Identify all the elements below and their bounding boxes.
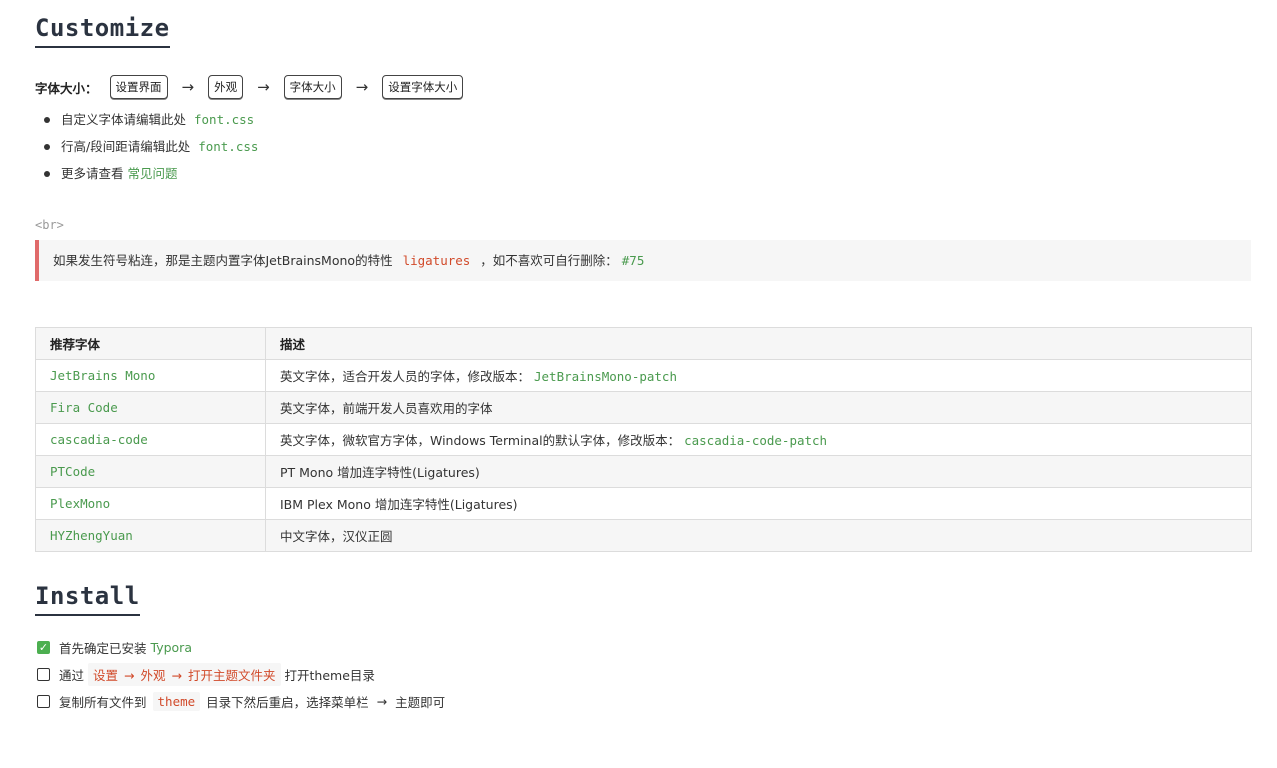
font-table: 推荐字体 描述 JetBrains Mono 英文字体，适合开发人员的字体，修改…	[35, 327, 1252, 552]
key-set-font-size: 设置字体大小	[382, 75, 464, 99]
key-font-size: 字体大小	[283, 75, 342, 99]
font-description: PT Mono 增加连字特性(Ligatures)	[280, 465, 480, 480]
list-item-text: 更多请查看	[61, 166, 124, 181]
font-css-code: font.css	[198, 139, 259, 154]
font-link[interactable]: Fira Code	[50, 400, 118, 415]
quote-text: 如果发生符号粘连，那是主题内置字体JetBrainsMono的特性	[53, 253, 393, 268]
arrow-icon: →	[181, 78, 195, 96]
document: Customize 字体大小： 设置界面 → 外观 → 字体大小 → 设置字体大…	[0, 0, 1277, 715]
font-link[interactable]: HYZhengYuan	[50, 528, 133, 543]
arrow-icon: →	[257, 78, 270, 96]
task-text-middle: 目录下然后重启，选择菜单栏	[206, 695, 369, 710]
font-link[interactable]: PTCode	[50, 464, 95, 479]
arrow-icon: →	[376, 694, 388, 709]
table-row: cascadia-code 英文字体，微软官方字体，Windows Termin…	[35, 423, 1252, 456]
quote-text-after: ，如不喜欢可自行删除：	[480, 253, 618, 268]
ligature-note-quote: 如果发生符号粘连，那是主题内置字体JetBrainsMono的特性 ligatu…	[35, 240, 1251, 281]
patch-link[interactable]: cascadia-code-patch	[684, 433, 827, 448]
font-description: 英文字体，微软官方字体，Windows Terminal的默认字体，修改版本：	[280, 433, 681, 448]
font-description: IBM Plex Mono 增加连字特性(Ligatures)	[280, 497, 518, 512]
task-text: 通过	[59, 668, 85, 683]
br-tag-text: <br>	[35, 218, 64, 232]
task-text: 首先确定已安装	[59, 641, 147, 656]
path-step: 外观	[140, 668, 166, 683]
key-settings-ui: 设置界面	[109, 75, 168, 99]
list-item: 自定义字体请编辑此处 font.css	[35, 106, 1251, 133]
typora-link[interactable]: Typora	[151, 640, 192, 655]
table-row: HYZhengYuan 中文字体，汉仪正圆	[35, 519, 1252, 552]
table-header-row: 推荐字体 描述	[35, 327, 1252, 360]
font-link[interactable]: PlexMono	[50, 496, 110, 511]
table-row: PTCode PT Mono 增加连字特性(Ligatures)	[35, 455, 1252, 488]
list-item-text: 行高/段间距请编辑此处	[61, 139, 191, 154]
customize-heading: Customize	[35, 14, 170, 48]
font-description: 英文字体，适合开发人员的字体，修改版本：	[280, 369, 531, 384]
arrow-icon: →	[124, 668, 135, 683]
font-description: 中文字体，汉仪正圆	[280, 529, 393, 544]
table-row: PlexMono IBM Plex Mono 增加连字特性(Ligatures)	[35, 487, 1252, 520]
theme-code: theme	[152, 692, 201, 711]
font-description: 英文字体，前端开发人员喜欢用的字体	[280, 401, 493, 416]
font-size-path: 字体大小： 设置界面 → 外观 → 字体大小 → 设置字体大小	[35, 74, 1251, 100]
checkbox-unchecked[interactable]	[37, 695, 50, 708]
task-item: ✓ 首先确定已安装 Typora	[35, 634, 1251, 661]
task-item: 通过 设置 → 外观 → 打开主题文件夹 打开theme目录	[35, 661, 1251, 688]
task-text: 复制所有文件到	[59, 695, 147, 710]
task-item: 复制所有文件到 theme 目录下然后重启，选择菜单栏 → 主题即可	[35, 688, 1251, 715]
settings-path-code: 设置 → 外观 → 打开主题文件夹	[88, 663, 281, 686]
path-step: 设置	[93, 668, 119, 683]
install-task-list: ✓ 首先确定已安装 Typora 通过 设置 → 外观 → 打开主题文件夹 打开them…	[35, 634, 1251, 715]
customize-list: 自定义字体请编辑此处 font.css 行高/段间距请编辑此处 font.css…	[35, 106, 1251, 187]
checkbox-checked[interactable]: ✓	[37, 641, 50, 654]
faq-link[interactable]: 常见问题	[128, 166, 178, 181]
column-header-font: 推荐字体	[35, 327, 266, 360]
font-size-label: 字体大小：	[35, 80, 98, 96]
issue-link[interactable]: #75	[622, 253, 645, 268]
task-text-end: 主题即可	[395, 695, 446, 710]
table-row: JetBrains Mono 英文字体，适合开发人员的字体，修改版本： JetB…	[35, 359, 1252, 392]
install-heading: Install	[35, 582, 140, 616]
task-text-after: 打开theme目录	[284, 668, 375, 683]
font-css-code: font.css	[194, 112, 255, 127]
key-appearance: 外观	[208, 75, 244, 99]
font-link[interactable]: cascadia-code	[50, 432, 148, 447]
arrow-icon: →	[171, 668, 183, 683]
ligatures-code: ligatures	[402, 253, 471, 268]
path-step: 打开主题文件夹	[188, 668, 276, 683]
column-header-desc: 描述	[265, 327, 1252, 360]
checkbox-unchecked[interactable]	[37, 668, 50, 681]
list-item-text: 自定义字体请编辑此处	[61, 112, 187, 127]
patch-link[interactable]: JetBrainsMono-patch	[534, 369, 677, 384]
table-row: Fira Code 英文字体，前端开发人员喜欢用的字体	[35, 391, 1252, 424]
font-link[interactable]: JetBrains Mono	[50, 368, 155, 383]
list-item: 行高/段间距请编辑此处 font.css	[35, 133, 1251, 160]
arrow-icon: →	[355, 78, 369, 96]
list-item: 更多请查看 常见问题	[35, 160, 1251, 187]
